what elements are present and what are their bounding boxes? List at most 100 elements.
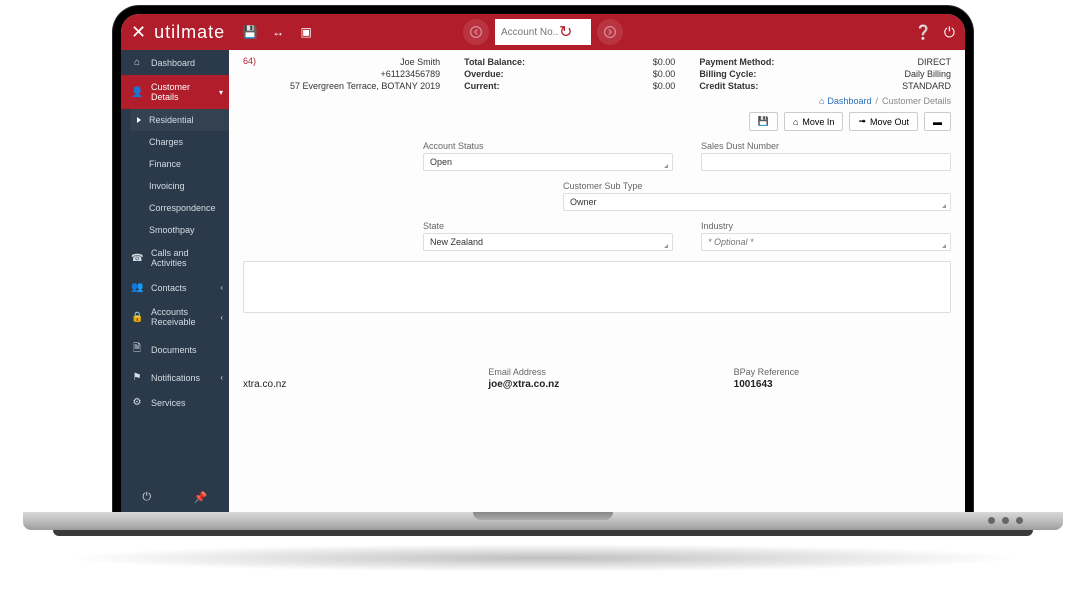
home-icon: ⌂ [793,117,798,127]
save-button[interactable]: 💾 [749,112,778,131]
account-status-select[interactable]: Open [423,153,673,171]
label: Current: [464,80,525,92]
sidebar-label: Finance [149,159,181,169]
sidebar-item-charges[interactable]: Charges [131,131,229,153]
value: $0.00 [653,56,676,68]
state-select[interactable]: New Zealand [423,233,673,251]
sidebar-label: Services [151,398,186,408]
value: xtra.co.nz [243,379,286,390]
value: STANDARD [902,80,951,92]
breadcrumb-home[interactable]: Dashboard [827,96,871,106]
field-state: State New Zealand [423,221,673,251]
field-label: Customer Sub Type [563,181,951,191]
sidebar-item-notifications[interactable]: ⚑Notifications‹ [121,365,229,390]
customer-identity: Joe Smith +61123456789 57 Evergreen Terr… [290,56,440,92]
label: Overdue: [464,68,525,80]
contact-readout: xtra.co.nz Email Address joe@xtra.co.nz … [229,367,965,390]
sidebar-item-contacts[interactable]: 👥Contacts‹ [121,275,229,300]
balance-labels: Total Balance: Overdue: Current: [464,56,525,92]
sidebar-label: Customer Details [151,82,219,102]
home-icon: ⌂ [819,96,824,106]
sidebar: ⌂Dashboard 👤 Customer Details▾ Residentia… [121,50,229,514]
help-icon[interactable]: ❔ [914,24,931,41]
customer-header: 64) Joe Smith +61123456789 57 Evergreen … [229,50,965,96]
value: joe@xtra.co.nz [488,379,559,390]
field-label: State [423,221,673,231]
search-input[interactable] [501,27,559,38]
sidebar-item-calls[interactable]: ☎ Calls and Activities [121,241,229,275]
sidebar-item-smoothpay[interactable]: Smoothpay [131,219,229,241]
save-icon[interactable]: 💾 [243,25,257,39]
field-notes [243,261,951,313]
chevron-left-icon: ‹ [220,373,223,382]
breadcrumb-current: Customer Details [882,96,951,106]
toolbar-icons: 💾 ↔ ▣ [243,25,313,39]
sidebar-label: Calls and Activities [151,248,219,268]
meta-labels: Payment Method: Billing Cycle: Credit St… [699,56,774,92]
main-content: 64) Joe Smith +61123456789 57 Evergreen … [229,50,965,514]
dropdown-icon [942,204,946,208]
breadcrumb: ⌂ Dashboard/ Customer Details [229,96,965,112]
nav-center: ↻ [463,19,623,45]
sidebar-label: Residential [149,115,194,125]
value: DIRECT [902,56,951,68]
sidebar-label: Correspondence [149,203,216,213]
customer-address: 57 Evergreen Terrace, BOTANY 2019 [290,80,440,92]
sidebar-item-dashboard[interactable]: ⌂Dashboard [121,50,229,75]
sidebar-item-finance[interactable]: Finance [131,153,229,175]
nav-back-icon[interactable] [463,19,489,45]
customer-sub-type-select[interactable]: Owner [563,193,951,211]
card-button[interactable]: ▬ [924,112,951,131]
notes-textarea[interactable] [243,261,951,313]
document-icon: 🗎 [131,341,143,358]
sidebar-item-invoicing[interactable]: Invoicing [131,175,229,197]
industry-select[interactable] [701,233,951,251]
move-out-button[interactable]: ➟Move Out [849,112,918,131]
select-value: New Zealand [430,237,483,247]
sidebar-item-customer-details[interactable]: 👤 Customer Details▾ [121,75,229,109]
pin-icon[interactable]: 📌 [194,491,208,504]
sidebar-label: Charges [149,137,183,147]
field-customer-sub-type: Customer Sub Type Owner [563,181,951,211]
power-icon[interactable]: ⏻ [944,24,955,41]
label: Payment Method: [699,56,774,68]
sales-number-input[interactable] [701,153,951,171]
field-label: Account Status [423,141,673,151]
button-label: Move In [802,117,834,127]
users-icon: 👥 [131,282,143,293]
sidebar-label: Notifications [151,373,200,383]
sidebar-item-residential[interactable]: Residential [131,109,229,131]
label: Credit Status: [699,80,774,92]
laptop-notch [473,512,613,520]
nav-forward-icon[interactable] [597,19,623,45]
field-label: Sales Dust Number [701,141,951,151]
laptop-indicator-dots [988,517,1023,524]
sidebar-item-correspondence[interactable]: Correspondence [131,197,229,219]
sidebar-item-ar[interactable]: 🔒Accounts Receivable‹ [121,300,229,334]
close-icon[interactable]: ✕ [131,22,146,43]
dropdown-icon [664,164,668,168]
share-icon[interactable]: ↔ [271,25,285,39]
text-input[interactable] [708,157,944,167]
user-icon: 👤 [131,87,143,98]
layout-icon[interactable]: ▣ [299,25,313,39]
chevron-down-icon: ▾ [219,88,223,97]
field-label: BPay Reference [734,367,951,377]
phone-icon: ☎ [131,253,143,264]
sidebar-item-services[interactable]: ⚙Services [121,390,229,415]
refresh-icon[interactable]: ↻ [559,22,572,42]
account-search[interactable]: ↻ [495,19,591,45]
field-label: Industry [701,221,951,231]
sidebar-footer: ⏻ 📌 [121,483,229,514]
exit-icon: ➟ [858,116,866,127]
sidebar-item-documents[interactable]: 🗎Documents [121,334,229,365]
text-input[interactable] [708,237,944,247]
power-icon[interactable]: ⏻ [142,491,151,504]
laptop-bottom [53,530,1033,536]
meta-values: DIRECT Daily Billing STANDARD [902,56,951,92]
topbar-right: ❔ ⏻ [914,24,955,41]
select-value: Owner [570,197,597,207]
home-icon: ⌂ [131,57,143,68]
move-in-button[interactable]: ⌂ Move In [784,112,843,131]
label: Billing Cycle: [699,68,774,80]
